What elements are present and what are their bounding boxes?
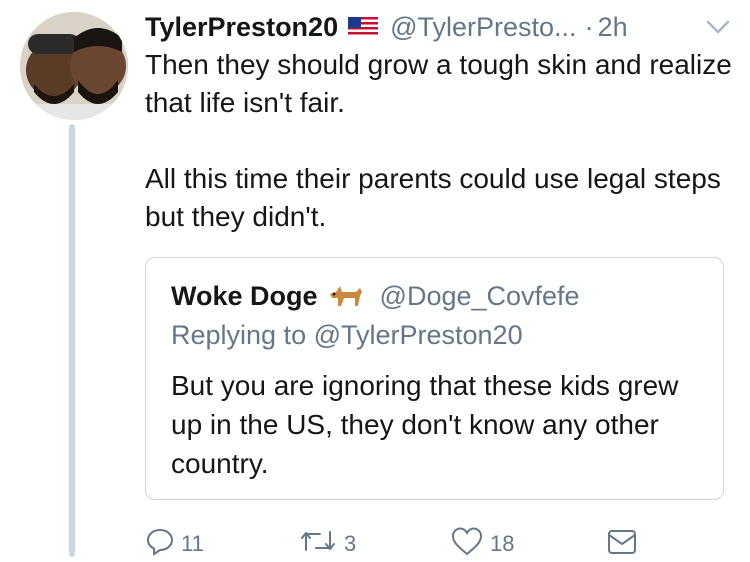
- quoted-text: But you are ignoring that these kids gre…: [171, 370, 679, 479]
- tweet-header: TylerPreston20 @TylerPresto... · 2h: [145, 10, 628, 44]
- author-name[interactable]: TylerPreston20: [145, 12, 338, 43]
- reply-count: 11: [181, 531, 204, 556]
- reply-context: Replying to @TylerPreston20: [171, 320, 523, 350]
- us-flag-icon: [348, 17, 379, 37]
- tweet-text: Then they should grow a tough skin and r…: [145, 49, 732, 232]
- quoted-tweet[interactable]: Woke Doge @Doge_Covfefe Replying to @Tyl…: [145, 257, 724, 500]
- author-handle[interactable]: @TylerPresto...: [390, 12, 576, 43]
- dog-emoji-icon: [326, 280, 366, 312]
- thread-line: [69, 124, 75, 557]
- retweet-count: 3: [344, 531, 357, 556]
- like-count: 18: [490, 531, 515, 556]
- separator-dot: ·: [584, 11, 594, 42]
- quoted-header: Woke Doge @Doge_Covfefe: [171, 280, 580, 312]
- action-bar: 11 3 18: [0, 526, 750, 557]
- timestamp[interactable]: 2h: [598, 12, 628, 43]
- quoted-author-handle: @Doge_Covfefe: [379, 280, 580, 311]
- avatar[interactable]: [20, 12, 128, 120]
- quoted-author-name: Woke Doge: [171, 280, 318, 311]
- chevron-down-icon[interactable]: [705, 18, 731, 41]
